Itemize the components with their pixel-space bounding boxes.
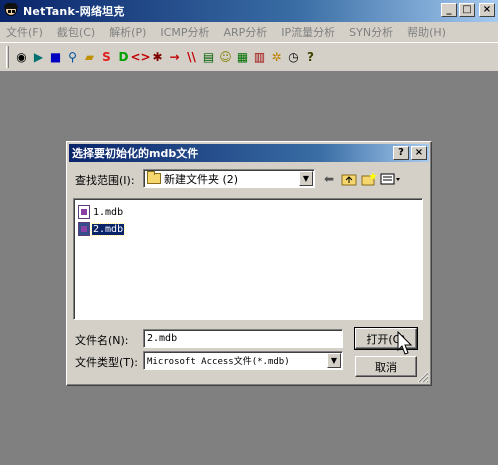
report-icon[interactable]: ▦ (234, 47, 251, 67)
look-in-dropdown[interactable]: 新建文件夹 (2) ▼ (143, 169, 315, 188)
virus-icon[interactable]: ✱ (149, 47, 166, 67)
target-icon[interactable]: ◉ (13, 47, 30, 67)
view-menu-icon[interactable] (380, 170, 402, 188)
book-icon[interactable]: ▤ (200, 47, 217, 67)
application-window: NetTank-网络坦克 _ □ × 文件(F) 截包(C) 解析(P) ICM… (0, 0, 498, 465)
file-list[interactable]: 1.mdb 2.mdb (73, 198, 423, 320)
file-item-2[interactable]: 2.mdb (78, 221, 126, 237)
filetype-value: Microsoft Access文件(*.mdb) (147, 357, 290, 367)
resize-grip-icon[interactable] (417, 371, 429, 383)
filetype-dropdown[interactable]: Microsoft Access文件(*.mdb) ▼ (143, 351, 343, 370)
minimize-button[interactable]: _ (441, 3, 457, 17)
up-folder-icon[interactable] (340, 170, 358, 188)
code-icon[interactable]: <> (130, 47, 150, 67)
toolbar-grip[interactable] (6, 46, 9, 68)
menu-parse[interactable]: 解析(P) (109, 24, 146, 40)
folder-icon (147, 171, 161, 184)
look-in-value: 新建文件夹 (2) (164, 172, 239, 186)
mdb-file-icon (78, 205, 90, 219)
new-folder-icon[interactable] (360, 170, 378, 188)
smiley-icon[interactable]: ☺ (217, 47, 234, 67)
mdb-file-icon (78, 222, 90, 236)
filetype-label: 文件类型(T): (75, 356, 139, 369)
dialog-title: 选择要初始化的mdb文件 (72, 147, 199, 160)
open-file-dialog: 选择要初始化的mdb文件 ? × 查找范围(I): 新建文件夹 (2) ▼ ⬅ … (66, 141, 432, 386)
window-title: NetTank-网络坦克 (23, 5, 125, 18)
cancel-button[interactable]: 取消 (355, 356, 417, 377)
menu-bar: 文件(F) 截包(C) 解析(P) ICMP分析 ARP分析 IP流量分析 SY… (0, 22, 498, 42)
help-icon[interactable]: ? (302, 47, 319, 67)
file-name: 2.mdb (90, 222, 126, 236)
dialog-help-button[interactable]: ? (393, 146, 409, 160)
mouse-cursor-icon (397, 331, 413, 355)
look-in-label: 查找范围(I): (75, 174, 135, 187)
dialog-close-button[interactable]: × (411, 146, 427, 160)
title-bar[interactable]: NetTank-网络坦克 _ □ × (0, 0, 498, 22)
menu-file[interactable]: 文件(F) (6, 24, 43, 40)
stop-icon[interactable]: ■ (47, 47, 64, 67)
search-icon[interactable]: ⚲ (64, 47, 81, 67)
back-icon[interactable]: ⬅ (320, 170, 338, 188)
menu-arp[interactable]: ARP分析 (223, 24, 267, 40)
app-logo-icon (3, 3, 19, 19)
chevron-down-icon[interactable]: ▼ (299, 171, 313, 186)
syn-icon[interactable]: ✲ (268, 47, 285, 67)
maximize-button[interactable]: □ (459, 3, 475, 17)
s-icon[interactable]: S (98, 47, 115, 67)
menu-icmp[interactable]: ICMP分析 (160, 24, 209, 40)
close-button[interactable]: × (479, 3, 495, 17)
chevron-down-icon[interactable]: ▼ (327, 353, 341, 368)
slash-icon[interactable]: \\ (183, 47, 200, 67)
filename-input[interactable]: 2.mdb (143, 329, 343, 348)
filename-label: 文件名(N): (75, 334, 129, 347)
toolbar: ◉ ▶ ■ ⚲ ▰ S D <> ✱ → \\ ▤ ☺ ▦ ▥ ✲ ◷? (0, 42, 498, 72)
d-icon[interactable]: D (115, 47, 132, 67)
menu-syn[interactable]: SYN分析 (349, 24, 393, 40)
arrow-icon[interactable]: → (166, 47, 183, 67)
chart-icon[interactable]: ▥ (251, 47, 268, 67)
file-item-1[interactable]: 1.mdb (78, 204, 124, 220)
dialog-title-bar[interactable]: 选择要初始化的mdb文件 ? × (69, 144, 429, 162)
capture-icon[interactable]: ▶ (30, 47, 47, 67)
folder-icon[interactable]: ▰ (81, 47, 98, 67)
menu-capture[interactable]: 截包(C) (57, 24, 95, 40)
clock-icon[interactable]: ◷ (285, 47, 302, 67)
menu-ip-traffic[interactable]: IP流量分析 (281, 24, 335, 40)
menu-help[interactable]: 帮助(H) (407, 24, 446, 40)
file-name: 1.mdb (93, 206, 124, 218)
